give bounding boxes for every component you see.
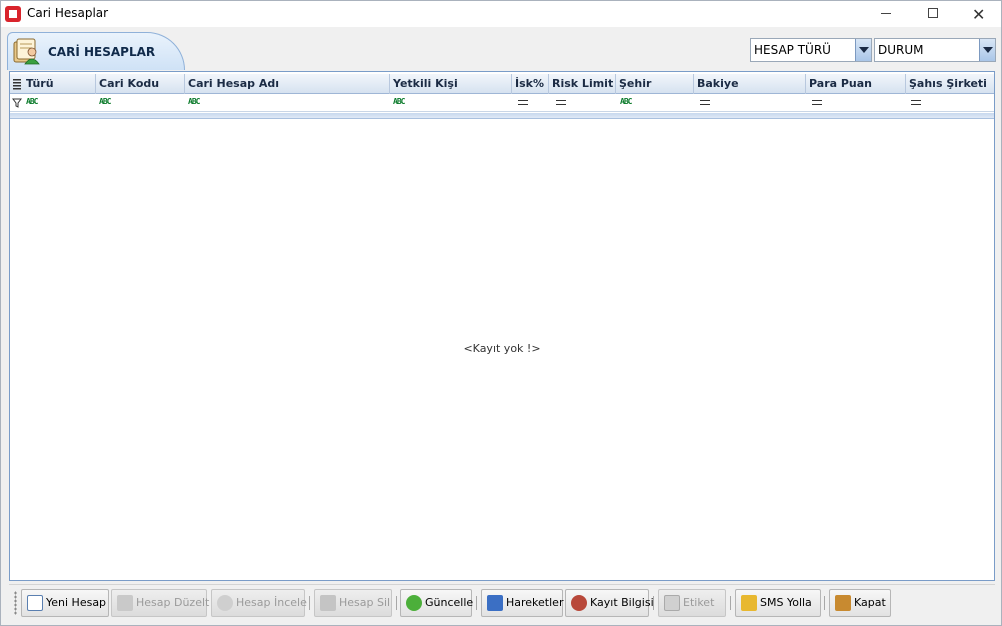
new-document-icon — [27, 595, 43, 611]
header-area: CARİ HESAPLAR HESAP TÜRÜ DURUM — [5, 28, 999, 70]
hesap-sil-button[interactable]: Hesap Sil — [314, 589, 392, 617]
hesap-incele-label: Hesap İncele — [236, 596, 307, 609]
column-chooser-icon[interactable] — [11, 76, 23, 92]
maximize-button[interactable] — [910, 1, 956, 27]
column-header-cari-kodu[interactable]: Cari Kodu — [96, 74, 185, 94]
sms-yolla-label: SMS Yolla — [760, 596, 812, 609]
close-icon: ✕ — [972, 5, 986, 24]
text-filter-icon[interactable]: ABC — [620, 97, 632, 109]
equals-filter-icon[interactable] — [812, 100, 822, 105]
toolbar-separator — [396, 596, 397, 610]
text-filter-icon[interactable]: ABC — [26, 97, 38, 109]
barcode-icon — [664, 595, 680, 611]
equals-filter-icon[interactable] — [911, 100, 921, 105]
accounts-grid[interactable]: Türü Cari Kodu Cari Hesap Adı Yetkili Ki… — [9, 71, 995, 581]
hesap-incele-button[interactable]: Hesap İncele — [211, 589, 307, 617]
window-list-icon — [487, 595, 503, 611]
hesap-sil-label: Hesap Sil — [339, 596, 391, 609]
window-title: Cari Hesaplar — [27, 6, 109, 20]
hareketler-label: Hareketler — [506, 596, 564, 609]
yeni-hesap-label: Yeni Hesap — [46, 596, 107, 609]
column-header-sehir[interactable]: Şehir — [616, 74, 694, 94]
edit-icon — [117, 595, 133, 611]
envelope-icon — [741, 595, 757, 611]
etiket-label: Etiket — [683, 596, 715, 609]
minimize-button[interactable] — [863, 1, 909, 27]
kayit-bilgisi-label: Kayıt Bilgisi — [590, 596, 654, 609]
cari-hesaplar-window: Cari Hesaplar ✕ CARİ HESAPLAR HESAP TÜRÜ… — [0, 0, 1002, 626]
tab-label: CARİ HESAPLAR — [48, 45, 156, 59]
text-filter-icon[interactable]: ABC — [188, 97, 200, 109]
column-header-cari-hesap-adi[interactable]: Cari Hesap Adı — [185, 74, 390, 94]
hareketler-button[interactable]: Hareketler — [481, 589, 563, 617]
text-filter-icon[interactable]: ABC — [99, 97, 111, 109]
hesap-duzelt-label: Hesap Düzelt — [136, 596, 210, 609]
durum-value: DURUM — [878, 43, 924, 57]
toolbar-separator — [309, 596, 310, 610]
guncelle-button[interactable]: Güncelle — [400, 589, 474, 617]
column-header-turu[interactable]: Türü — [23, 74, 96, 94]
contacts-book-icon — [13, 38, 40, 65]
column-header-bakiye[interactable]: Bakiye — [694, 74, 806, 94]
column-header-yetkili-kisi[interactable]: Yetkili Kişi — [390, 74, 512, 94]
hesap-turu-select[interactable]: HESAP TÜRÜ — [750, 38, 872, 62]
magnifier-icon — [217, 595, 233, 611]
tab-cari-hesaplar[interactable]: CARİ HESAPLAR — [7, 32, 185, 70]
empty-message: <Kayıt yok !> — [463, 342, 541, 355]
durum-select[interactable]: DURUM — [874, 38, 996, 62]
minimize-icon — [881, 13, 891, 14]
chevron-down-icon[interactable] — [855, 39, 871, 61]
title-bar[interactable]: Cari Hesaplar ✕ — [1, 1, 1001, 27]
equals-filter-icon[interactable] — [556, 100, 566, 105]
column-header-sahis-sirketi[interactable]: Şahıs Şirketi — [906, 74, 994, 94]
toolbar-separator — [824, 596, 825, 610]
etiket-button[interactable]: Etiket — [658, 589, 726, 617]
text-filter-icon[interactable]: ABC — [393, 97, 405, 109]
close-button[interactable]: ✕ — [956, 1, 1001, 27]
toolbar-separator — [476, 596, 477, 610]
hesap-duzelt-button[interactable]: Hesap Düzelt — [111, 589, 210, 617]
column-header-risk-limit[interactable]: Risk Limit — [549, 74, 616, 94]
filter-row[interactable]: ABC ABC ABC ABC ABC — [10, 94, 994, 112]
yeni-hesap-button[interactable]: Yeni Hesap — [21, 589, 109, 617]
toolbar-grip[interactable] — [14, 591, 17, 615]
maximize-icon — [928, 8, 938, 18]
hesap-turu-value: HESAP TÜRÜ — [754, 43, 831, 57]
users-icon — [571, 595, 587, 611]
kayit-bilgisi-button[interactable]: Kayıt Bilgisi — [565, 589, 654, 617]
grid-header: Türü Cari Kodu Cari Hesap Adı Yetkili Ki… — [10, 74, 994, 94]
toolbar-separator — [730, 596, 731, 610]
app-icon — [5, 6, 21, 22]
kapat-label: Kapat — [854, 596, 886, 609]
refresh-icon — [406, 595, 422, 611]
toolbar-separator — [653, 596, 654, 610]
kapat-button[interactable]: Kapat — [829, 589, 891, 617]
filter-funnel-icon — [12, 98, 22, 108]
chevron-down-icon[interactable] — [979, 39, 995, 61]
column-header-isk[interactable]: İsk% — [512, 74, 549, 94]
column-header-para-puan[interactable]: Para Puan — [806, 74, 906, 94]
grid-header-separator — [10, 113, 994, 119]
sms-yolla-button[interactable]: SMS Yolla — [735, 589, 821, 617]
delete-icon — [320, 595, 336, 611]
equals-filter-icon[interactable] — [518, 100, 528, 105]
exit-door-icon — [835, 595, 851, 611]
bottom-toolbar: Yeni Hesap Hesap Düzelt Hesap İncele Hes… — [9, 584, 995, 620]
equals-filter-icon[interactable] — [700, 100, 710, 105]
guncelle-label: Güncelle — [425, 596, 474, 609]
